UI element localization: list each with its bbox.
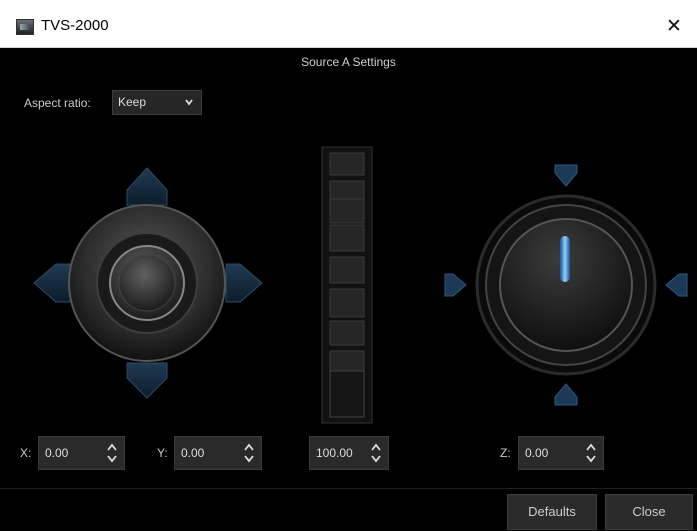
chevron-down-icon xyxy=(185,99,193,106)
app-window: TVS-2000 ✕ Source A Settings Aspect rati… xyxy=(0,0,697,531)
arrow-up-icon[interactable] xyxy=(126,167,168,206)
aspect-ratio-value: Keep xyxy=(118,95,147,109)
spin-arrows-icon[interactable] xyxy=(243,441,255,465)
zoom-slider[interactable] xyxy=(318,145,376,425)
y-label: Y: xyxy=(157,446,168,460)
app-icon xyxy=(16,19,34,35)
z-spinbox[interactable]: 0.00 xyxy=(518,436,604,470)
zoom-spinbox[interactable]: 100.00 xyxy=(309,436,389,470)
arrow-left-icon[interactable] xyxy=(665,273,688,297)
y-spinbox[interactable]: 0.00 xyxy=(174,436,262,470)
close-button[interactable]: Close xyxy=(605,494,693,530)
z-label: Z: xyxy=(500,446,511,460)
spin-arrows-icon[interactable] xyxy=(585,441,597,465)
spin-arrows-icon[interactable] xyxy=(370,441,382,465)
x-value: 0.00 xyxy=(45,446,69,460)
y-value: 0.00 xyxy=(181,446,205,460)
dialog-heading: Source A Settings xyxy=(301,55,396,69)
aspect-ratio-label: Aspect ratio: xyxy=(24,96,91,110)
arrow-down-icon[interactable] xyxy=(126,362,168,399)
zoom-value: 100.00 xyxy=(316,446,353,460)
footer-divider xyxy=(0,488,697,489)
x-label: X: xyxy=(20,446,32,460)
aspect-ratio-select[interactable]: Keep xyxy=(112,90,202,115)
z-value: 0.00 xyxy=(525,446,549,460)
arrow-left-icon[interactable] xyxy=(33,263,71,303)
spin-arrows-icon[interactable] xyxy=(106,441,118,465)
arrow-down-icon[interactable] xyxy=(554,164,578,187)
xy-position-pad[interactable] xyxy=(30,160,270,400)
x-spinbox[interactable]: 0.00 xyxy=(38,436,125,470)
arrow-right-icon[interactable] xyxy=(444,273,467,297)
arrow-right-icon[interactable] xyxy=(225,263,263,303)
close-icon[interactable]: ✕ xyxy=(659,12,689,40)
arrow-up-icon[interactable] xyxy=(554,383,578,406)
defaults-button[interactable]: Defaults xyxy=(507,494,597,530)
window-title: TVS-2000 xyxy=(41,17,109,34)
title-bar: TVS-2000 ✕ xyxy=(0,0,697,48)
z-rotation-knob[interactable] xyxy=(440,160,690,410)
